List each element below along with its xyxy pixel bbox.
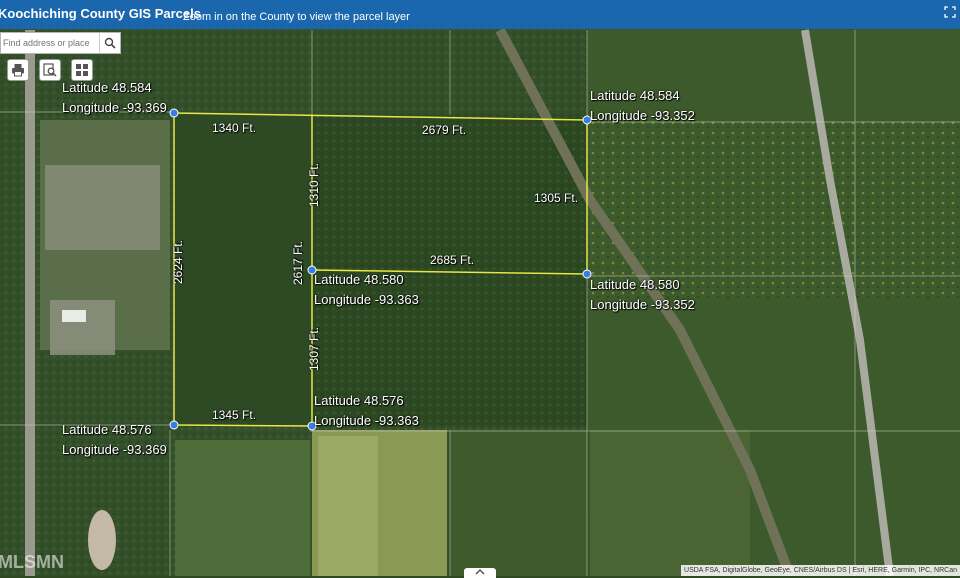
app-header: Koochiching County GIS Parcels Zoom in o… bbox=[0, 0, 960, 29]
app-title: Koochiching County GIS Parcels bbox=[0, 6, 201, 21]
distance-label-mid-horizontal: 2685 Ft. bbox=[430, 253, 475, 267]
point-marker-nw[interactable] bbox=[169, 108, 179, 118]
latitude-text: Latitude 48.584 bbox=[590, 88, 680, 103]
watermark: MLSMN bbox=[0, 552, 64, 572]
coord-label-mid: Latitude 48.580 Longitude -93.363 bbox=[314, 270, 419, 310]
longitude-text: Longitude -93.352 bbox=[590, 108, 695, 123]
printer-icon bbox=[12, 64, 24, 77]
latitude-text: Latitude 48.576 bbox=[62, 422, 152, 437]
print-button[interactable] bbox=[7, 59, 29, 81]
point-marker-sw[interactable] bbox=[169, 420, 179, 430]
find-button[interactable] bbox=[39, 59, 61, 81]
search-list-icon bbox=[43, 63, 57, 77]
coord-label-sw: Latitude 48.576 Longitude -93.369 bbox=[62, 420, 167, 460]
search-button[interactable] bbox=[99, 33, 120, 53]
map-attribution: USDA FSA, DigitalGlobe, GeoEye, CNES/Air… bbox=[681, 565, 960, 576]
search-input[interactable] bbox=[1, 33, 103, 53]
distance-label-left: 2624 Ft. bbox=[171, 239, 186, 285]
survey-line-top bbox=[173, 112, 588, 121]
grid-icon bbox=[76, 64, 88, 76]
distance-label-mid-vertical-bottom: 1307 Ft. bbox=[307, 326, 322, 372]
longitude-text: Longitude -93.352 bbox=[590, 297, 695, 312]
longitude-text: Longitude -93.363 bbox=[314, 413, 419, 428]
coord-label-ne: Latitude 48.584 Longitude -93.352 bbox=[590, 86, 695, 126]
latitude-text: Latitude 48.584 bbox=[62, 80, 152, 95]
coord-label-e: Latitude 48.580 Longitude -93.352 bbox=[590, 275, 695, 315]
survey-line-bottom bbox=[173, 424, 313, 427]
distance-label-right: 1305 Ft. bbox=[534, 191, 579, 205]
panel-toggle-button[interactable] bbox=[464, 568, 496, 578]
apps-button[interactable] bbox=[71, 59, 93, 81]
distance-label-top-right: 2679 Ft. bbox=[422, 123, 467, 137]
distance-label-mid-vertical-top: 1310 Ft. bbox=[307, 162, 322, 208]
coord-label-sm: Latitude 48.576 Longitude -93.363 bbox=[314, 391, 419, 431]
search-icon bbox=[104, 37, 116, 49]
chevron-up-icon bbox=[475, 568, 485, 575]
longitude-text: Longitude -93.369 bbox=[62, 100, 167, 115]
distance-label-mid-vertical-mid: 2617 Ft. bbox=[291, 240, 306, 286]
distance-label-top-left: 1340 Ft. bbox=[212, 121, 257, 135]
distance-label-bottom: 1345 Ft. bbox=[212, 408, 257, 422]
latitude-text: Latitude 48.580 bbox=[314, 272, 404, 287]
coord-label-nw: Latitude 48.584 Longitude -93.369 bbox=[62, 78, 167, 118]
latitude-text: Latitude 48.576 bbox=[314, 393, 404, 408]
longitude-text: Longitude -93.369 bbox=[62, 442, 167, 457]
search-box bbox=[0, 32, 121, 54]
fullscreen-icon[interactable] bbox=[944, 5, 956, 18]
header-message: Zoom in on the County to view the parcel… bbox=[183, 11, 410, 23]
latitude-text: Latitude 48.580 bbox=[590, 277, 680, 292]
map-view[interactable]: Latitude 48.584 Longitude -93.369 Latitu… bbox=[0, 0, 960, 576]
longitude-text: Longitude -93.363 bbox=[314, 292, 419, 307]
